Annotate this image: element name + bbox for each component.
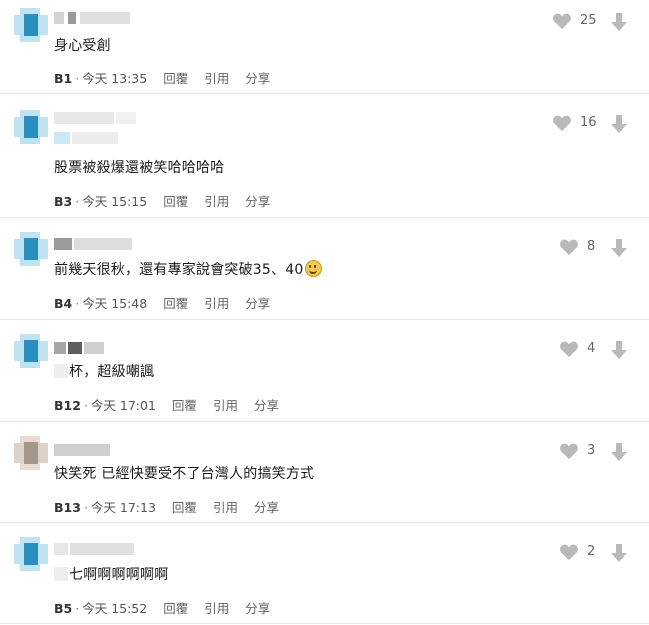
comment-meta: B5 · 今天 15:52 回覆 引用 分享 xyxy=(54,601,271,616)
avatar[interactable] xyxy=(14,436,48,470)
arrow-down-icon[interactable] xyxy=(610,12,628,32)
divider xyxy=(0,93,649,94)
smiley-emoji-icon xyxy=(305,260,323,277)
comment-text: 杯，超級嘲諷 xyxy=(54,362,154,382)
like-count: 2 xyxy=(587,544,596,559)
quote-button[interactable]: 引用 xyxy=(204,71,229,86)
comment-text-content: 七啊啊啊啊啊啊 xyxy=(69,567,169,583)
share-button[interactable]: 分享 xyxy=(245,71,270,86)
like-count: 25 xyxy=(580,13,597,28)
quote-button[interactable]: 引用 xyxy=(204,194,229,209)
like-count: 8 xyxy=(587,239,596,254)
heart-icon[interactable] xyxy=(559,543,579,561)
like-count: 4 xyxy=(587,341,596,356)
quote-button[interactable]: 引用 xyxy=(204,601,229,616)
reply-button[interactable]: 回覆 xyxy=(163,194,188,209)
arrow-down-icon[interactable] xyxy=(610,114,628,134)
heart-icon[interactable] xyxy=(552,12,572,30)
arrow-down-icon[interactable] xyxy=(610,543,628,563)
comment-meta: B1 · 今天 13:35 回覆 引用 分享 xyxy=(54,71,271,86)
share-button[interactable]: 分享 xyxy=(254,500,279,515)
heart-icon[interactable] xyxy=(552,114,572,132)
timestamp: 今天 15:48 xyxy=(82,296,148,311)
timestamp: 今天 15:52 xyxy=(82,601,148,616)
avatar[interactable] xyxy=(14,334,48,368)
comment-text: 股票被殺爆還被笑哈哈哈哈 xyxy=(54,160,225,176)
avatar[interactable] xyxy=(14,232,48,266)
reply-button[interactable]: 回覆 xyxy=(172,398,197,413)
divider xyxy=(0,421,649,422)
timestamp: 今天 17:13 xyxy=(90,500,156,515)
heart-icon[interactable] xyxy=(559,238,579,256)
divider xyxy=(0,623,649,624)
arrow-down-icon[interactable] xyxy=(610,442,628,462)
heart-icon[interactable] xyxy=(559,340,579,358)
comment-text-content: 前幾天很秋，還有專家說會突破35、40 xyxy=(54,262,304,278)
timestamp: 今天 17:01 xyxy=(90,398,156,413)
arrow-down-icon[interactable] xyxy=(610,340,628,360)
quote-button[interactable]: 引用 xyxy=(213,500,238,515)
quote-button[interactable]: 引用 xyxy=(204,296,229,311)
avatar[interactable] xyxy=(14,537,48,571)
comment-text: 快笑死 已經快要受不了台灣人的搞笑方式 xyxy=(54,466,315,482)
floor-number: B5 xyxy=(54,601,73,616)
floor-number: B3 xyxy=(54,194,73,209)
divider xyxy=(0,217,649,218)
floor-number: B12 xyxy=(54,398,81,413)
comment-text: 七啊啊啊啊啊啊 xyxy=(54,565,168,585)
like-count: 3 xyxy=(587,443,596,458)
avatar[interactable] xyxy=(14,110,48,144)
divider xyxy=(0,522,649,523)
share-button[interactable]: 分享 xyxy=(245,194,270,209)
reply-button[interactable]: 回覆 xyxy=(163,71,188,86)
divider xyxy=(0,319,649,320)
avatar[interactable] xyxy=(14,8,48,42)
blurred-text xyxy=(54,364,68,378)
comment-meta: B4 · 今天 15:48 回覆 引用 分享 xyxy=(54,296,271,311)
timestamp: 今天 15:15 xyxy=(82,194,148,209)
comment-meta: B3 · 今天 15:15 回覆 引用 分享 xyxy=(54,194,271,209)
reply-button[interactable]: 回覆 xyxy=(163,296,188,311)
floor-number: B1 xyxy=(54,71,73,86)
share-button[interactable]: 分享 xyxy=(245,296,270,311)
comment-text: 前幾天很秋，還有專家說會突破35、40 xyxy=(54,260,323,280)
arrow-down-icon[interactable] xyxy=(610,238,628,258)
comment-meta: B12 · 今天 17:01 回覆 引用 分享 xyxy=(54,398,279,413)
share-button[interactable]: 分享 xyxy=(254,398,279,413)
comment-meta: B13 · 今天 17:13 回覆 引用 分享 xyxy=(54,500,279,515)
heart-icon[interactable] xyxy=(559,442,579,460)
timestamp: 今天 13:35 xyxy=(82,71,148,86)
quote-button[interactable]: 引用 xyxy=(213,398,238,413)
comment-text-content: 杯，超級嘲諷 xyxy=(69,364,155,380)
floor-number: B13 xyxy=(54,500,81,515)
like-count: 16 xyxy=(580,115,597,130)
floor-number: B4 xyxy=(54,296,73,311)
reply-button[interactable]: 回覆 xyxy=(163,601,188,616)
reply-button[interactable]: 回覆 xyxy=(172,500,197,515)
comment-text: 身心受創 xyxy=(54,38,111,54)
blurred-text xyxy=(54,567,68,581)
share-button[interactable]: 分享 xyxy=(245,601,270,616)
